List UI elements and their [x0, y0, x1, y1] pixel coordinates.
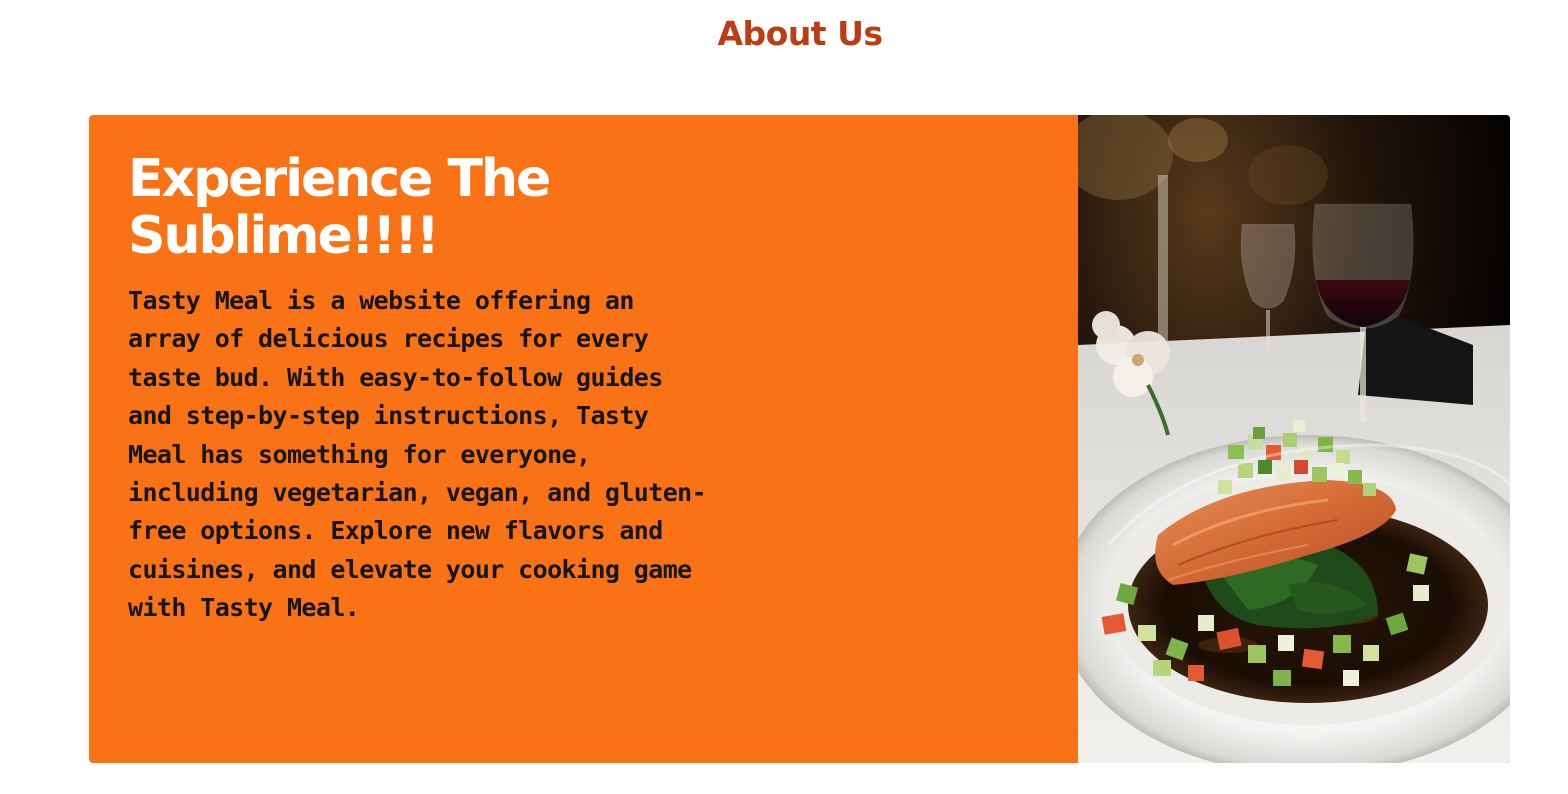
plated-salmon-dish-icon: [1078, 115, 1510, 763]
headline: Experience The Sublime!!!!: [128, 149, 551, 266]
section-title: About Us: [717, 14, 883, 53]
about-card: Experience The Sublime!!!! Tasty Meal is…: [89, 115, 1510, 763]
about-page: About Us Experience The Sublime!!!! Tast…: [0, 0, 1568, 794]
description: Tasty Meal is a website offering an arra…: [128, 286, 707, 623]
about-card-text-panel: Experience The Sublime!!!! Tasty Meal is…: [89, 115, 1078, 763]
salmon-dish-image: [1078, 115, 1510, 763]
